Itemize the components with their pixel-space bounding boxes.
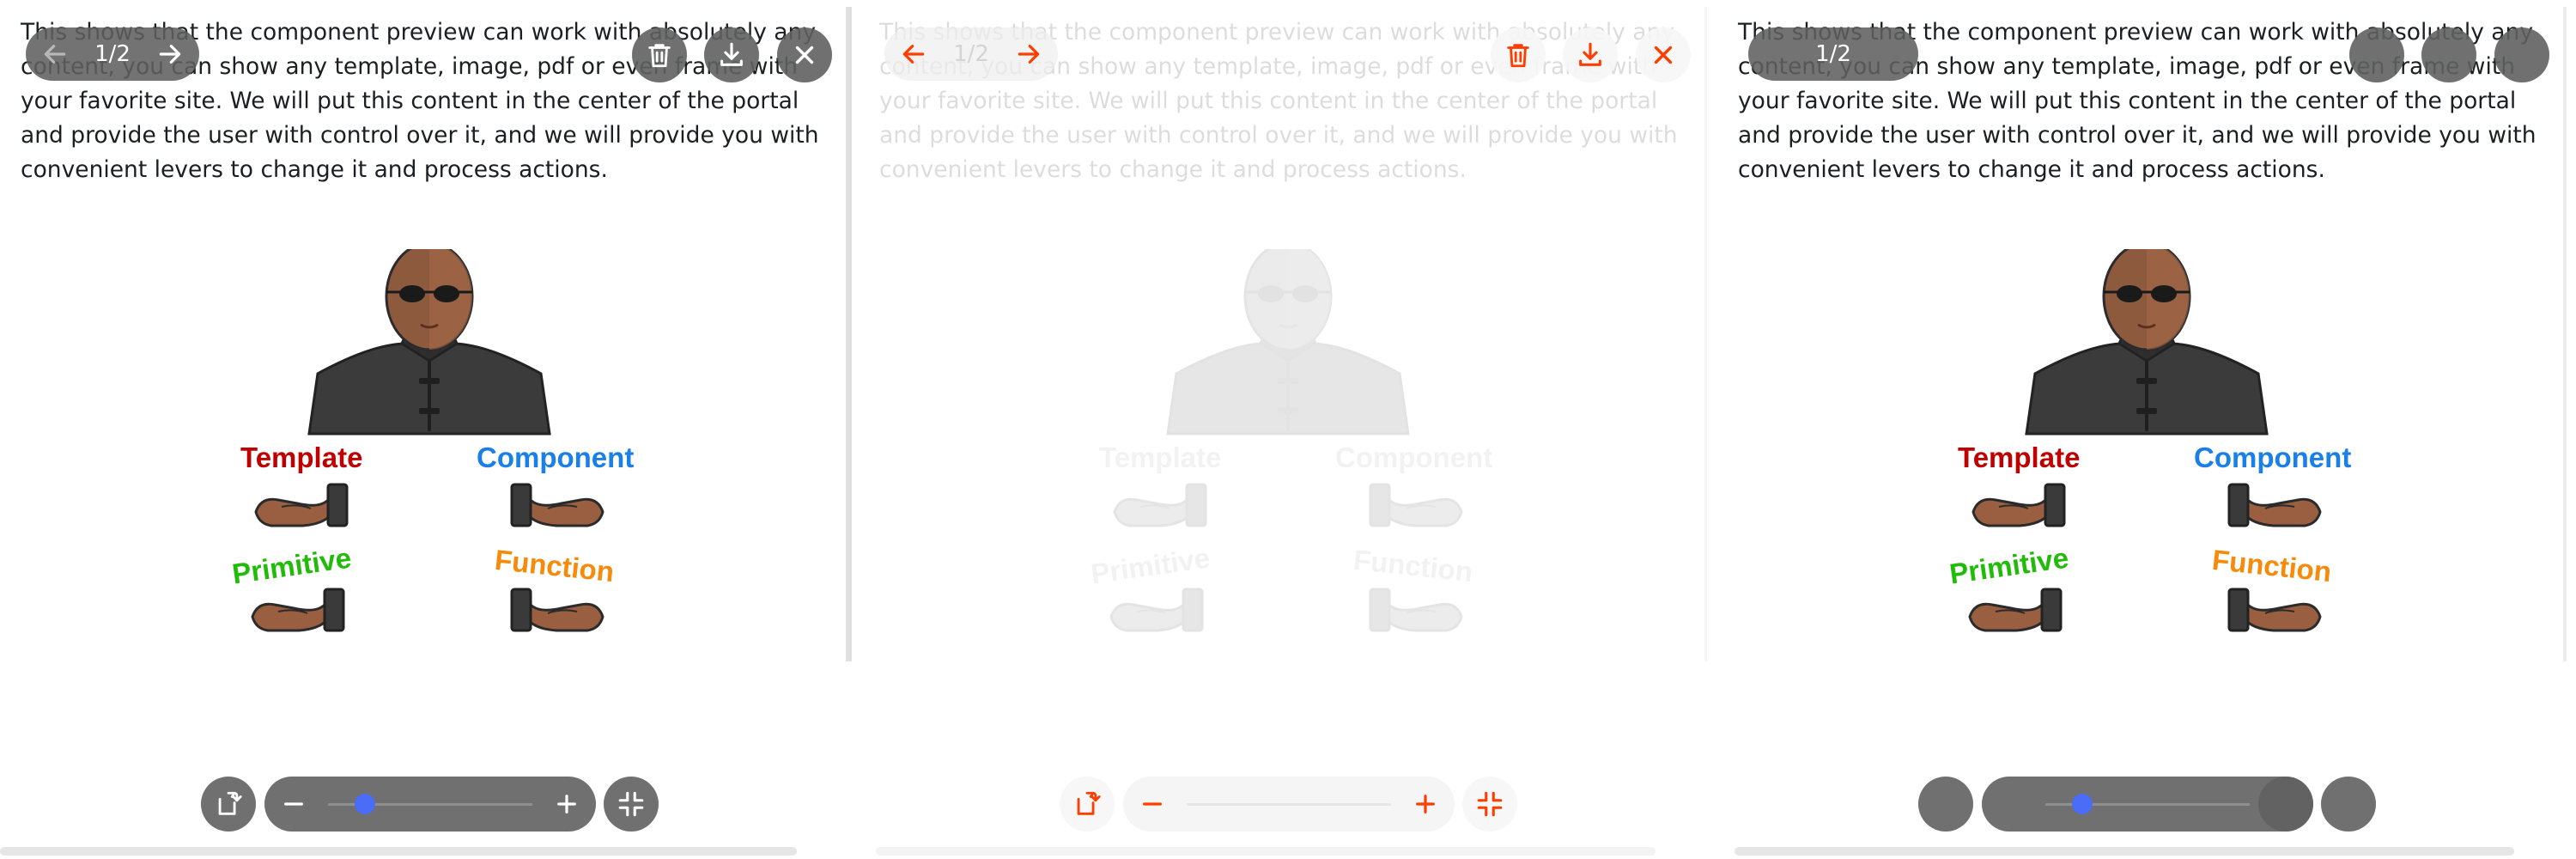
preview-panel-dark: This shows that the component preview ca… bbox=[0, 0, 859, 859]
label-component: Component bbox=[477, 442, 635, 473]
close-button[interactable] bbox=[1636, 27, 1691, 82]
download-icon bbox=[1576, 40, 1605, 70]
close-icon bbox=[790, 40, 819, 70]
zoom-in-button[interactable] bbox=[1401, 777, 1449, 831]
horizontal-scrollbar[interactable] bbox=[1735, 847, 2514, 856]
label-component: Component bbox=[2194, 442, 2352, 473]
plus-icon bbox=[553, 790, 580, 818]
next-page-button[interactable] bbox=[146, 27, 194, 81]
trash-icon bbox=[645, 40, 674, 70]
download-icon bbox=[717, 40, 746, 70]
close-button[interactable] bbox=[2494, 27, 2549, 82]
collapse-icon bbox=[1475, 789, 1504, 819]
hand-right-top bbox=[510, 483, 605, 527]
download-button[interactable] bbox=[704, 27, 759, 82]
collapse-button[interactable] bbox=[1462, 777, 1517, 832]
zoom-slider-track[interactable] bbox=[1187, 803, 1391, 806]
zoom-control bbox=[264, 777, 596, 832]
zoom-slider-thumb[interactable] bbox=[2071, 794, 2093, 814]
hand-left-top bbox=[254, 483, 349, 527]
zoom-in-button[interactable] bbox=[2258, 777, 2313, 832]
collapse-button[interactable] bbox=[604, 777, 659, 832]
trash-icon bbox=[1504, 40, 1533, 70]
arrow-right-icon bbox=[1015, 40, 1042, 68]
label-template: Template bbox=[240, 442, 363, 473]
panel-divider bbox=[846, 7, 852, 661]
preview-illustration: Template Component Primitive Function bbox=[1065, 241, 1511, 653]
zoom-control bbox=[1123, 777, 1455, 832]
rotate-button[interactable] bbox=[201, 777, 256, 832]
zoom-out-button[interactable] bbox=[270, 777, 318, 831]
horizontal-scrollbar[interactable] bbox=[876, 847, 1656, 856]
arrow-right-icon bbox=[156, 40, 184, 68]
delete-button[interactable] bbox=[632, 27, 687, 82]
panel-divider bbox=[2563, 7, 2567, 661]
minus-icon bbox=[280, 790, 307, 818]
rotate-icon bbox=[1072, 789, 1102, 819]
panel-divider bbox=[1704, 7, 1707, 661]
page-counter: 1/2 bbox=[1815, 41, 1851, 67]
pagination-control: 1/2 bbox=[1748, 27, 1918, 81]
prev-page-button[interactable] bbox=[890, 27, 938, 81]
arrow-left-icon bbox=[41, 40, 69, 68]
character-image bbox=[307, 241, 551, 436]
label-template: Template bbox=[1958, 442, 2081, 473]
preview-panel-light: This shows that the component preview ca… bbox=[859, 0, 1717, 859]
zoom-slider-thumb[interactable] bbox=[354, 794, 375, 814]
pagination-control: 1/2 bbox=[26, 27, 199, 81]
collapse-icon bbox=[617, 789, 646, 819]
horizontal-scrollbar[interactable] bbox=[0, 847, 797, 856]
preview-illustration: Template Component Primitive Function bbox=[206, 241, 653, 653]
close-icon bbox=[1649, 40, 1678, 70]
page-counter: 1/2 bbox=[953, 41, 989, 67]
zoom-control bbox=[1982, 777, 2313, 832]
hand-right-bottom bbox=[510, 588, 605, 632]
download-button[interactable] bbox=[2421, 27, 2476, 82]
page-counter: 1/2 bbox=[94, 41, 131, 67]
zoom-in-button[interactable] bbox=[543, 777, 591, 831]
arrow-left-icon bbox=[900, 40, 927, 68]
hand-left-bottom bbox=[251, 588, 345, 632]
preview-illustration: Template Component Primitive Function bbox=[1923, 241, 2370, 653]
label-template: Template bbox=[1099, 442, 1222, 473]
prev-page-button[interactable] bbox=[31, 27, 79, 81]
rotate-button[interactable] bbox=[1060, 777, 1115, 832]
plus-icon bbox=[1412, 790, 1439, 818]
delete-button[interactable] bbox=[1491, 27, 1546, 82]
pagination-control: 1/2 bbox=[884, 27, 1058, 81]
minus-icon bbox=[1139, 790, 1166, 818]
delete-button[interactable] bbox=[2349, 27, 2404, 82]
preview-panel-skeleton: This shows that the component preview ca… bbox=[1717, 0, 2576, 859]
rotate-button[interactable] bbox=[1918, 777, 1973, 832]
close-button[interactable] bbox=[777, 27, 832, 82]
label-component: Component bbox=[1335, 442, 1493, 473]
rotate-icon bbox=[214, 789, 243, 819]
next-page-button[interactable] bbox=[1005, 27, 1053, 81]
download-button[interactable] bbox=[1563, 27, 1618, 82]
collapse-button[interactable] bbox=[2321, 777, 2376, 832]
zoom-out-button[interactable] bbox=[1128, 777, 1176, 831]
